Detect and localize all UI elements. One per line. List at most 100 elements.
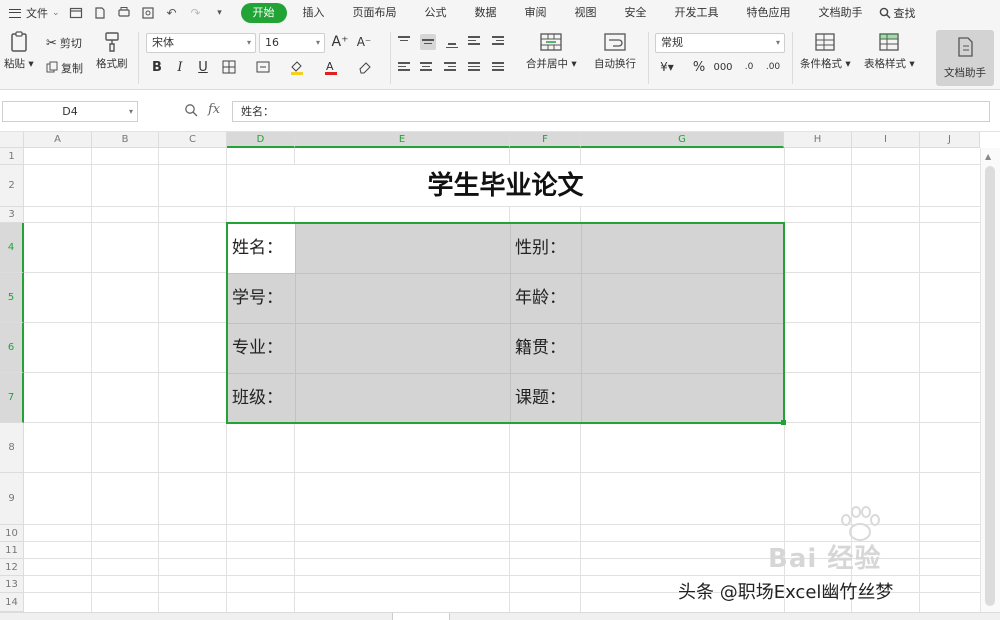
currency-icon[interactable]: ¥▾ bbox=[658, 58, 676, 76]
export-icon[interactable] bbox=[140, 5, 156, 21]
row-header-8[interactable]: 8 bbox=[0, 423, 24, 473]
row-header-10[interactable]: 10 bbox=[0, 525, 24, 542]
redo-icon[interactable]: ↷ bbox=[188, 5, 204, 21]
row-header-2[interactable]: 2 bbox=[0, 165, 24, 207]
fill-color-icon[interactable] bbox=[288, 58, 306, 76]
undo-icon[interactable]: ↶ bbox=[164, 5, 180, 21]
bold-icon[interactable]: B bbox=[148, 58, 166, 76]
sheet-title-cell[interactable]: 学生毕业论文 bbox=[227, 165, 784, 207]
row-header-4[interactable]: 4 bbox=[0, 223, 24, 273]
name-box[interactable]: D4 ▾ bbox=[2, 101, 138, 122]
format-painter-button[interactable]: 格式刷 bbox=[96, 32, 128, 71]
column-header-f[interactable]: F bbox=[510, 132, 581, 148]
underline-icon[interactable]: U bbox=[194, 58, 212, 76]
paste-icon bbox=[8, 31, 30, 52]
insert-function-icon[interactable]: fx bbox=[208, 102, 220, 117]
row-header-5[interactable]: 5 bbox=[0, 273, 24, 323]
indent-decrease-icon[interactable] bbox=[468, 34, 484, 50]
indent-increase-icon[interactable] bbox=[492, 34, 508, 50]
decrease-decimal-icon[interactable]: .00 bbox=[764, 58, 782, 76]
ribbon-tabs: 开始 插入 页面布局 公式 数据 审阅 视图 安全 开发工具 特色应用 文档助手… bbox=[240, 3, 916, 23]
tab-developer[interactable]: 开发工具 bbox=[663, 3, 731, 23]
font-size-select[interactable]: 16 ▾ bbox=[259, 33, 325, 53]
row-header-14[interactable]: 14 bbox=[0, 593, 24, 612]
scrollbar-thumb[interactable] bbox=[985, 166, 995, 606]
column-header-g[interactable]: G bbox=[581, 132, 784, 148]
merge-style-icon[interactable] bbox=[254, 58, 272, 76]
align-center-icon[interactable] bbox=[420, 60, 436, 76]
borders-icon[interactable] bbox=[220, 58, 238, 76]
divider bbox=[138, 32, 139, 84]
column-header-c[interactable]: C bbox=[159, 132, 227, 148]
file-menu-label: 文件 bbox=[26, 7, 48, 20]
row-header-9[interactable]: 9 bbox=[0, 473, 24, 525]
tab-doc-helper[interactable]: 文档助手 bbox=[807, 3, 875, 23]
doc-helper-button[interactable]: 文档助手 bbox=[936, 30, 994, 86]
justify-icon[interactable] bbox=[468, 60, 484, 76]
eraser-icon[interactable] bbox=[356, 58, 374, 76]
column-header-b[interactable]: B bbox=[92, 132, 159, 148]
row-header-6[interactable]: 6 bbox=[0, 323, 24, 373]
distributed-icon[interactable] bbox=[492, 60, 508, 76]
percent-icon[interactable]: % bbox=[690, 58, 708, 76]
row-header-13[interactable]: 13 bbox=[0, 576, 24, 593]
spreadsheet-grid[interactable]: A B C D E F G H I J 1 2 3 4 5 6 7 8 9 10… bbox=[0, 132, 1000, 620]
vertical-scrollbar[interactable]: ▲ bbox=[980, 148, 1000, 620]
row-header-12[interactable]: 12 bbox=[0, 559, 24, 576]
tab-security[interactable]: 安全 bbox=[613, 3, 659, 23]
select-all-corner[interactable] bbox=[0, 132, 24, 148]
divider bbox=[390, 32, 391, 84]
open-file-icon[interactable] bbox=[68, 5, 84, 21]
tab-home[interactable]: 开始 bbox=[240, 3, 287, 23]
sheet-tab[interactable] bbox=[392, 613, 450, 620]
column-header-i[interactable]: I bbox=[852, 132, 920, 148]
print-preview-icon[interactable] bbox=[92, 5, 108, 21]
scroll-up-icon[interactable]: ▲ bbox=[985, 152, 991, 161]
align-bottom-icon[interactable] bbox=[444, 34, 460, 50]
print-icon[interactable] bbox=[116, 5, 132, 21]
tab-view[interactable]: 视图 bbox=[563, 3, 609, 23]
tab-page-layout[interactable]: 页面布局 bbox=[341, 3, 409, 23]
merge-center-button[interactable]: 合并居中 ▾ bbox=[526, 32, 577, 71]
fill-handle[interactable] bbox=[781, 420, 786, 425]
formula-input[interactable]: 姓名： bbox=[232, 101, 990, 122]
thousands-icon[interactable]: 000 bbox=[713, 58, 732, 76]
more-icon[interactable]: ▾ bbox=[212, 5, 228, 21]
column-header-e[interactable]: E bbox=[295, 132, 510, 148]
align-top-icon[interactable] bbox=[398, 34, 414, 50]
number-format-select[interactable]: 常规 ▾ bbox=[655, 33, 785, 53]
italic-icon[interactable]: I bbox=[171, 58, 189, 76]
table-style-button[interactable]: 表格样式 ▾ bbox=[864, 32, 915, 71]
font-color-icon[interactable]: A bbox=[322, 58, 340, 76]
column-header-d[interactable]: D bbox=[227, 132, 295, 148]
doc-helper-icon bbox=[954, 36, 976, 61]
copy-button[interactable]: 复制 bbox=[46, 60, 83, 76]
wrap-text-button[interactable]: 自动换行 bbox=[594, 32, 636, 71]
file-menu[interactable]: 文件 ⌄ bbox=[6, 3, 63, 23]
row-header-3[interactable]: 3 bbox=[0, 207, 24, 223]
zoom-lookup-icon[interactable] bbox=[184, 103, 198, 121]
paste-button[interactable]: 粘贴 ▾ bbox=[4, 31, 34, 71]
align-middle-icon[interactable] bbox=[420, 34, 436, 50]
decrease-font-icon[interactable]: A⁻ bbox=[355, 33, 373, 51]
tab-data[interactable]: 数据 bbox=[463, 3, 509, 23]
row-header-7[interactable]: 7 bbox=[0, 373, 24, 423]
column-header-j[interactable]: J bbox=[920, 132, 980, 148]
conditional-format-button[interactable]: 条件格式 ▾ bbox=[800, 32, 851, 71]
font-name-select[interactable]: 宋体 ▾ bbox=[146, 33, 256, 53]
cut-button[interactable]: ✂ 剪切 bbox=[46, 35, 82, 51]
align-right-icon[interactable] bbox=[444, 60, 460, 76]
increase-font-icon[interactable]: A⁺ bbox=[331, 33, 349, 51]
row-header-1[interactable]: 1 bbox=[0, 148, 24, 165]
tab-special-apps[interactable]: 特色应用 bbox=[735, 3, 803, 23]
tab-formulas[interactable]: 公式 bbox=[413, 3, 459, 23]
column-header-h[interactable]: H bbox=[784, 132, 852, 148]
gridline bbox=[294, 423, 295, 612]
increase-decimal-icon[interactable]: .0 bbox=[740, 58, 758, 76]
tab-insert[interactable]: 插入 bbox=[291, 3, 337, 23]
column-header-a[interactable]: A bbox=[24, 132, 92, 148]
row-header-11[interactable]: 11 bbox=[0, 542, 24, 559]
align-left-icon[interactable] bbox=[398, 60, 414, 76]
search-box[interactable]: 查找 bbox=[879, 5, 916, 21]
tab-review[interactable]: 审阅 bbox=[513, 3, 559, 23]
